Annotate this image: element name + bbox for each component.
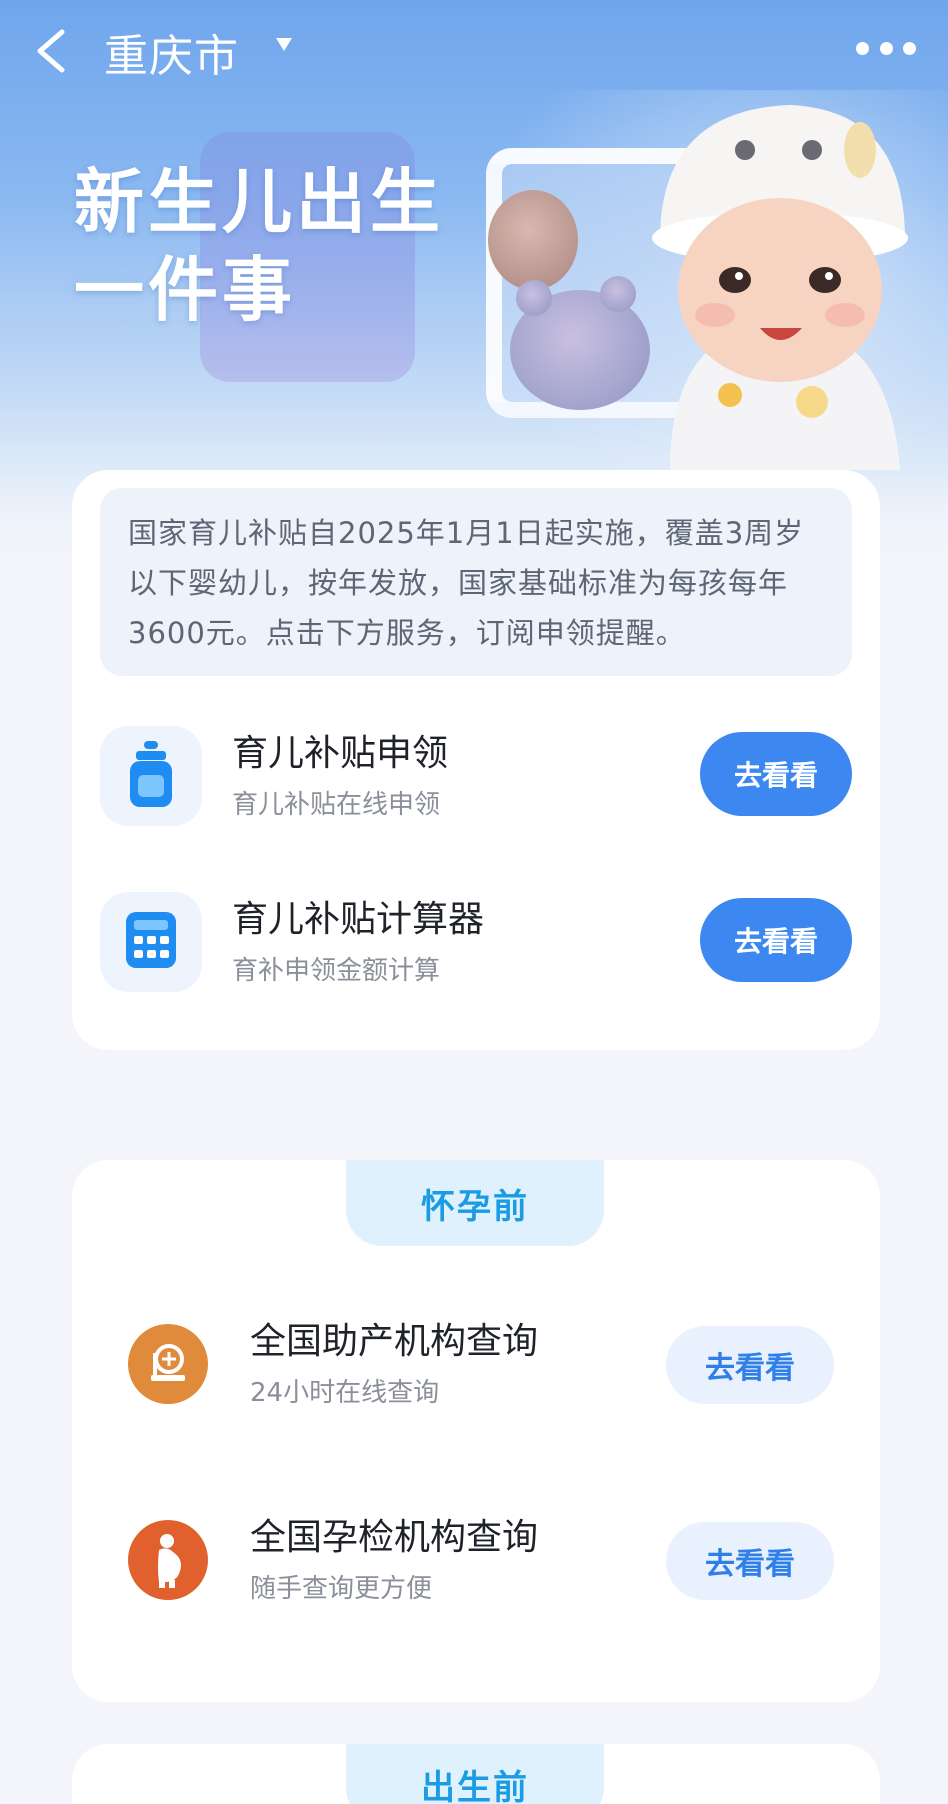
hero-title-line1: 新生儿出生 [74, 161, 444, 243]
go-view-button[interactable]: 去看看 [700, 732, 852, 816]
section-tab[interactable]: 出生前 [346, 1744, 604, 1804]
teddy-bear-image [600, 276, 636, 312]
service-row[interactable]: 育儿补贴申领 育儿补贴在线申领 去看看 [100, 718, 852, 828]
go-view-button[interactable]: 去看看 [700, 898, 852, 982]
caret-down-icon[interactable] [276, 38, 292, 51]
maternity-hospital-icon [128, 1324, 208, 1404]
teddy-bear-image [516, 280, 552, 316]
back-arrow-icon[interactable] [32, 28, 72, 74]
hero-title: 新生儿出生 一件事 [74, 158, 494, 334]
service-subtitle: 育儿补贴在线申领 [232, 790, 441, 820]
agency-subtitle: 随手查询更方便 [250, 1574, 433, 1604]
calculator-icon [124, 910, 178, 974]
agency-subtitle: 24小时在线查询 [250, 1378, 440, 1408]
service-icon-box [100, 726, 202, 826]
service-row[interactable]: 育儿补贴计算器 育补申领金额计算 去看看 [100, 884, 852, 994]
baby-image [640, 90, 920, 470]
section-tab[interactable]: 怀孕前 [346, 1160, 604, 1246]
subsidy-notice: 国家育儿补贴自2025年1月1日起实施，覆盖3周岁以下婴幼儿，按年发放，国家基础… [100, 488, 852, 676]
teddy-bear-image [488, 190, 578, 290]
top-nav: 重庆市 [0, 0, 948, 100]
more-options-icon[interactable] [856, 42, 916, 56]
service-title: 育儿补贴申领 [232, 733, 449, 774]
baby-bottle-icon [126, 741, 176, 811]
service-subtitle: 育补申领金额计算 [232, 956, 441, 986]
agency-title: 全国孕检机构查询 [250, 1517, 539, 1558]
service-icon-box [100, 892, 202, 992]
go-view-button[interactable]: 去看看 [666, 1326, 834, 1404]
agency-title: 全国助产机构查询 [250, 1321, 539, 1362]
hero-title-line2: 一件事 [74, 249, 296, 331]
service-title: 育儿补贴计算器 [232, 899, 485, 940]
agency-row[interactable]: 全国孕检机构查询 随手查询更方便 去看看 [128, 1506, 834, 1616]
agency-row[interactable]: 全国助产机构查询 24小时在线查询 去看看 [128, 1310, 834, 1420]
city-selector[interactable]: 重庆市 [104, 20, 239, 84]
pregnant-woman-icon [128, 1520, 208, 1600]
go-view-button[interactable]: 去看看 [666, 1522, 834, 1600]
